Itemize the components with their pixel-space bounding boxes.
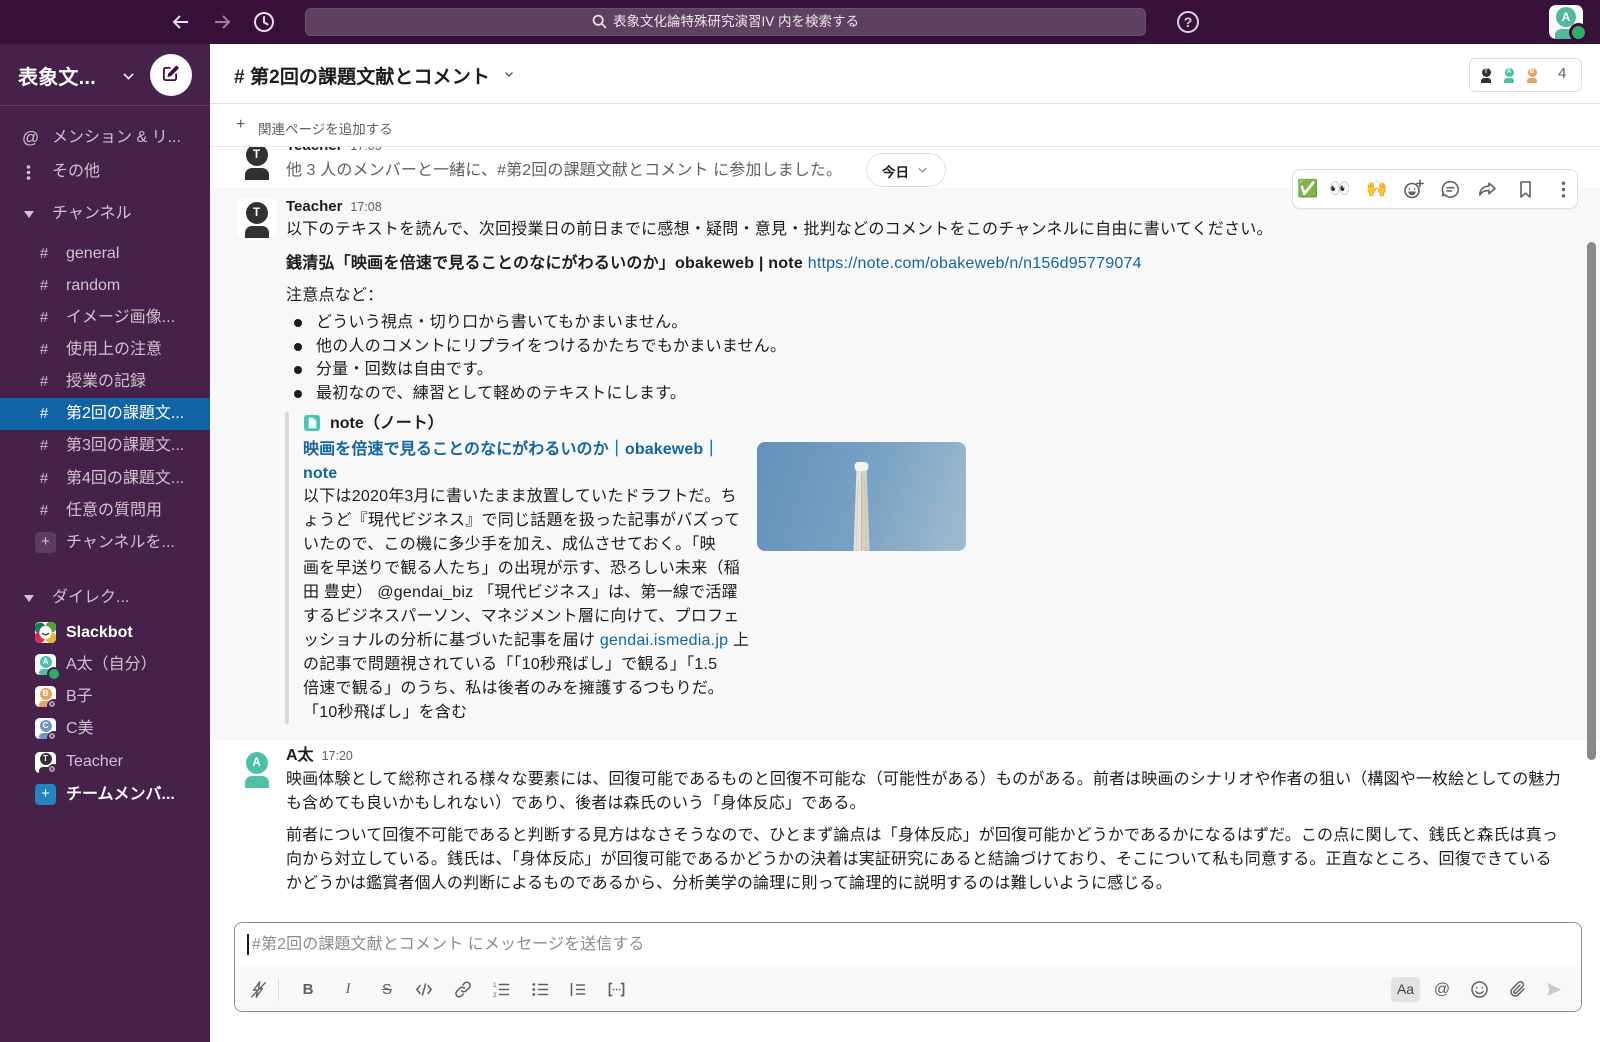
svg-text:1: 1 — [493, 982, 497, 989]
svg-text:2: 2 — [493, 992, 497, 998]
